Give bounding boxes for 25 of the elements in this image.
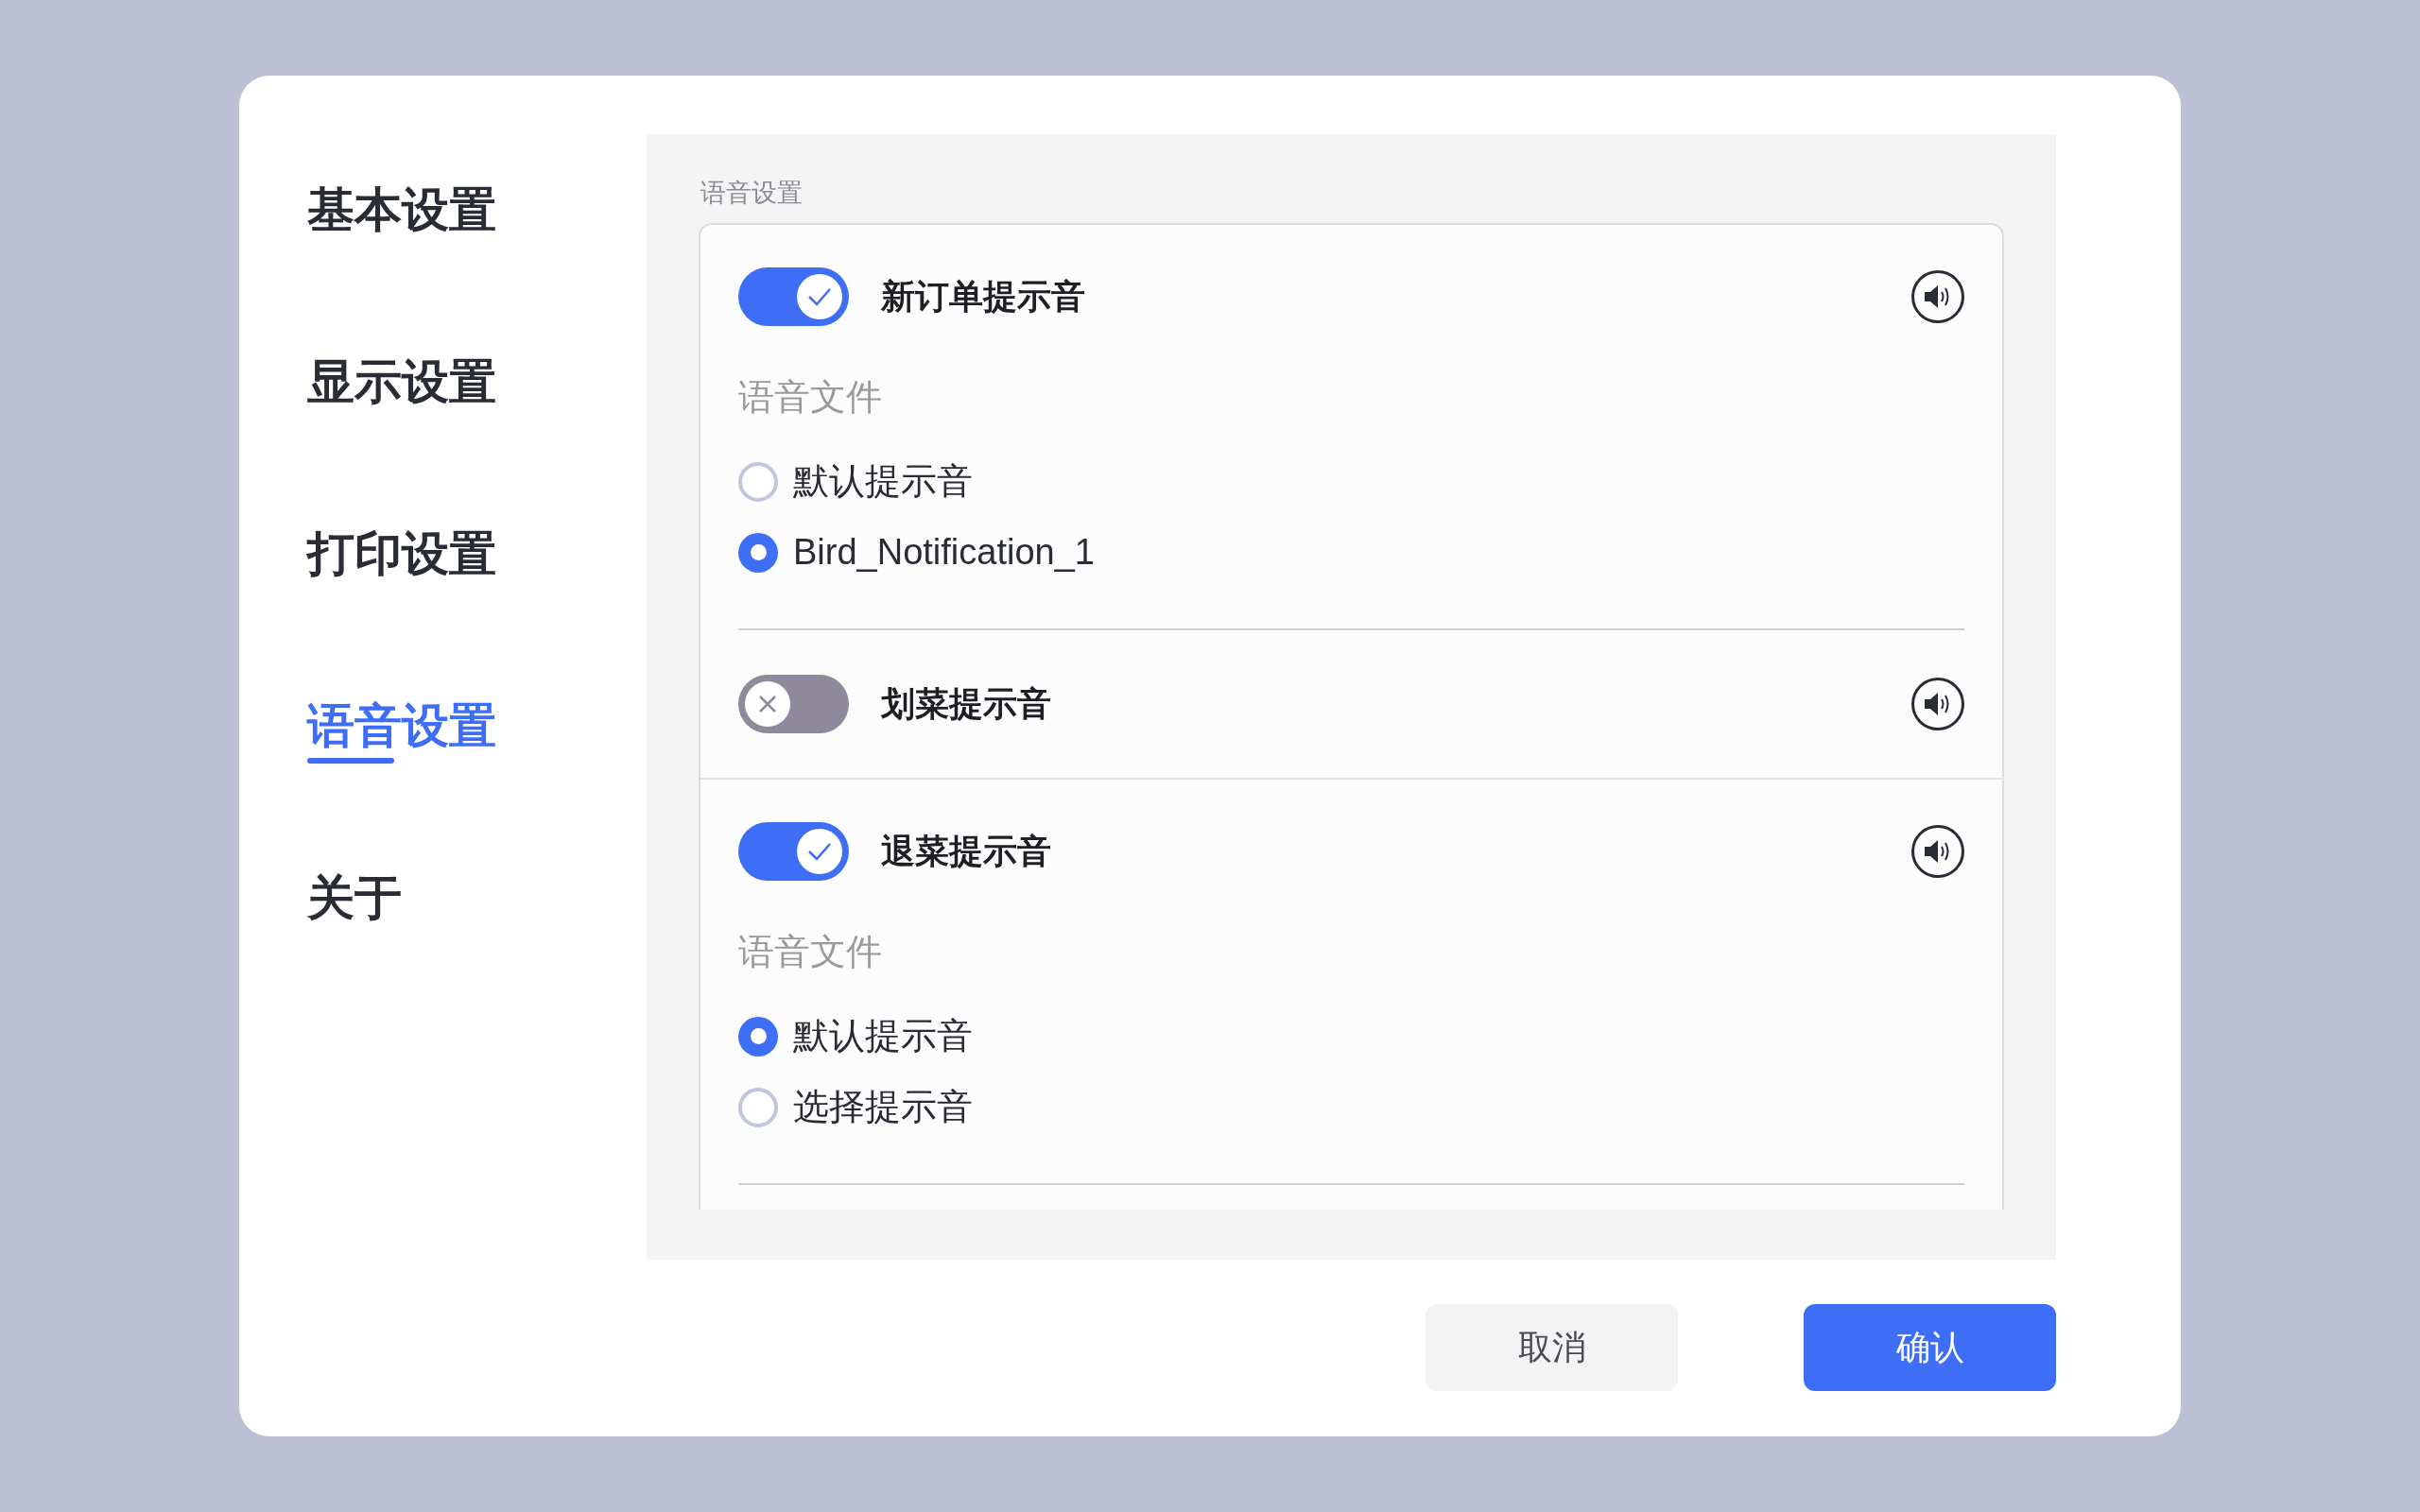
speaker-icon[interactable]: [1911, 270, 1964, 323]
option-label: 默认提示音: [793, 1015, 973, 1057]
speaker-icon[interactable]: [1911, 678, 1964, 730]
radio-button[interactable]: [738, 461, 778, 502]
sound-title: 新订单提示音: [881, 276, 1085, 318]
sidebar-item[interactable]: 语音设置: [307, 696, 496, 756]
section-title: 语音设置: [700, 178, 803, 209]
option-label: Bird_Notification_1: [793, 531, 1095, 574]
sound-title: 划菜提示音: [881, 683, 1051, 725]
option-label: 默认提示音: [793, 460, 973, 503]
radio-button[interactable]: [738, 1016, 778, 1057]
cancel-button[interactable]: 取消: [1426, 1304, 1678, 1391]
file-label: 语音文件: [738, 376, 882, 419]
sidebar-item[interactable]: 关于: [307, 868, 402, 928]
sidebar-item[interactable]: 打印设置: [307, 524, 496, 584]
option-label: 选择提示音: [793, 1086, 973, 1128]
sidebar-item[interactable]: 基本设置: [307, 180, 496, 240]
sound-title: 退菜提示音: [881, 831, 1051, 872]
sidebar-item[interactable]: 显示设置: [307, 352, 496, 412]
file-label: 语音文件: [738, 931, 882, 973]
radio-button[interactable]: [738, 532, 778, 573]
speaker-icon[interactable]: [1911, 825, 1964, 878]
close-icon: [757, 694, 778, 714]
confirm-button[interactable]: 确认: [1804, 1304, 2056, 1391]
radio-button[interactable]: [738, 1087, 778, 1127]
